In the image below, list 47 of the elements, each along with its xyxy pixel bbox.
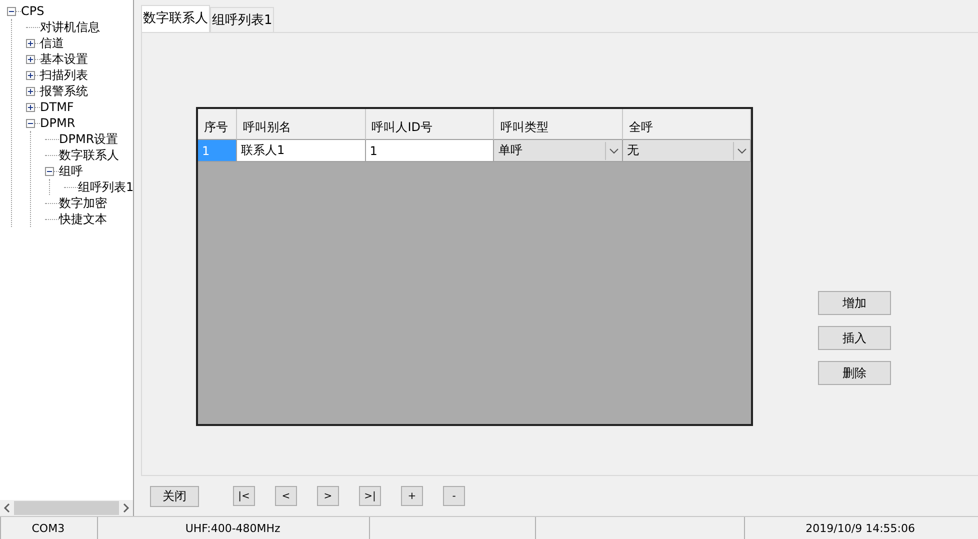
table-cell[interactable]: 1 xyxy=(366,140,494,162)
plus-box-icon[interactable] xyxy=(26,70,35,80)
tree-item[interactable]: DPMR设置 xyxy=(59,130,118,148)
nav-button[interactable]: > xyxy=(317,486,339,506)
column-header[interactable]: 呼叫人ID号 xyxy=(366,109,494,140)
minus-box-icon[interactable] xyxy=(7,6,16,16)
action-button[interactable]: 删除 xyxy=(818,361,891,385)
nav-button[interactable]: < xyxy=(275,486,297,506)
table-cell[interactable]: 联系人1 xyxy=(236,140,366,162)
nav-button[interactable]: - xyxy=(443,486,465,506)
action-button[interactable]: 插入 xyxy=(818,326,891,350)
status-segment: UHF:400-480MHz xyxy=(97,517,368,539)
tree-item[interactable]: 组呼列表1 xyxy=(78,178,133,196)
tree-item[interactable]: CPS xyxy=(21,4,44,18)
tab[interactable]: 组呼列表1 xyxy=(210,7,274,32)
tree-item[interactable]: 数字联系人 xyxy=(59,146,119,164)
action-button[interactable]: 增加 xyxy=(818,291,891,315)
nav-button[interactable]: |< xyxy=(233,486,255,506)
scrollbar-thumb[interactable] xyxy=(14,501,119,515)
nav-button[interactable]: >| xyxy=(359,486,381,506)
plus-box-icon[interactable] xyxy=(26,54,35,64)
tree-item[interactable]: 报警系统 xyxy=(40,82,88,100)
tree-item[interactable]: 组呼 xyxy=(59,162,83,180)
tree-item[interactable]: 信道 xyxy=(40,34,64,52)
plus-box-icon[interactable] xyxy=(26,102,35,112)
tab[interactable]: 数字联系人 xyxy=(141,5,210,32)
column-header[interactable]: 序号 xyxy=(198,109,237,140)
minus-box-icon[interactable] xyxy=(45,166,54,176)
status-segment: 2019/10/9 14:55:06 xyxy=(744,517,976,539)
tree-item[interactable]: DTMF xyxy=(40,100,74,114)
dropdown-cell[interactable]: 单呼 xyxy=(494,140,624,162)
column-header[interactable]: 全呼 xyxy=(623,109,751,140)
close-button[interactable]: 关闭 xyxy=(150,486,199,506)
tree-item[interactable]: 扫描列表 xyxy=(40,66,88,84)
tree-item[interactable]: 快捷文本 xyxy=(59,210,107,228)
tree-item[interactable]: DPMR xyxy=(40,116,76,130)
nav-button[interactable]: + xyxy=(401,486,423,506)
column-header[interactable]: 呼叫别名 xyxy=(236,109,366,140)
minus-box-icon[interactable] xyxy=(26,118,35,128)
dropdown-cell[interactable]: 无 xyxy=(623,140,751,162)
plus-box-icon[interactable] xyxy=(26,86,35,96)
column-header[interactable]: 呼叫类型 xyxy=(494,109,624,140)
tree-item[interactable]: 对讲机信息 xyxy=(40,18,100,36)
status-segment: COM3 xyxy=(0,517,96,539)
tree-item[interactable]: 基本设置 xyxy=(40,50,88,68)
tree-item[interactable]: 数字加密 xyxy=(59,194,107,212)
plus-box-icon[interactable] xyxy=(26,38,35,48)
